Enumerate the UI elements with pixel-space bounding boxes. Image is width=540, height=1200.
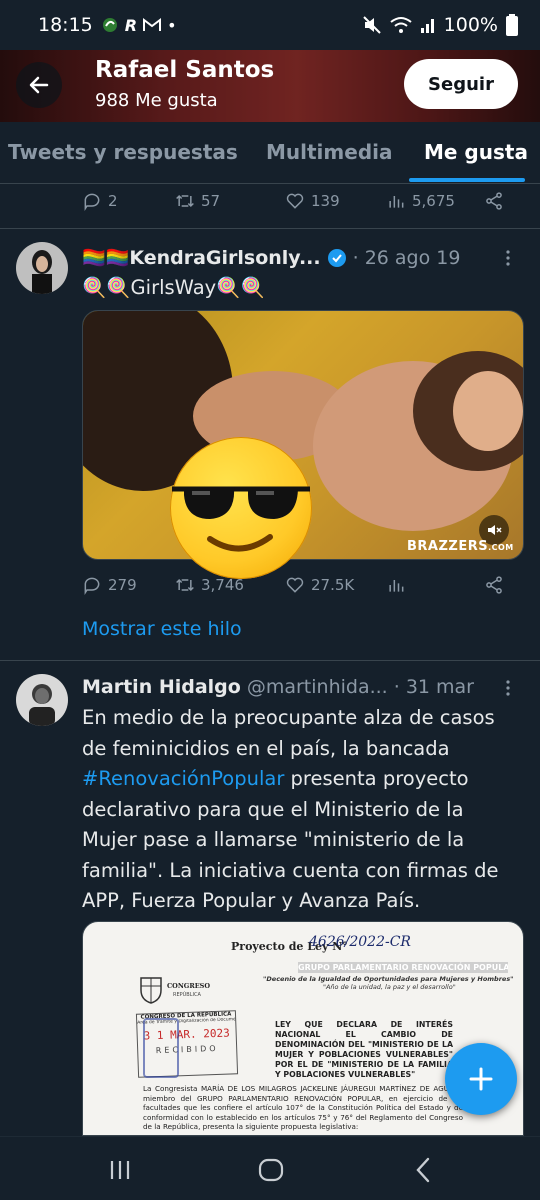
- profile-header: Rafael Santos 988 Me gusta Seguir: [0, 50, 540, 122]
- r-app-icon: R: [124, 15, 138, 35]
- views-icon: [389, 580, 404, 592]
- active-tab-indicator: [409, 178, 525, 182]
- likes-count: 988 Me gusta: [95, 90, 218, 111]
- tweet-date: · 31 mar: [393, 676, 474, 698]
- compose-tweet-button[interactable]: [445, 1043, 517, 1115]
- prev-tweet-actions: 2 57 139 5,675: [82, 186, 512, 216]
- tweet-date: · 26 ago 19: [352, 246, 461, 269]
- tweet-text: 🍭🍭GirlsWay🍭🍭: [82, 276, 265, 299]
- avatar-image: [16, 674, 68, 726]
- leaf-icon: [102, 18, 117, 32]
- tweet-text: En medio de la preocupante alza de casos…: [82, 703, 522, 917]
- doc-congreso: CONGRESO: [167, 982, 211, 990]
- wifi-icon: [390, 17, 412, 33]
- share-button[interactable]: [484, 191, 504, 211]
- avatar[interactable]: [16, 674, 68, 726]
- share-icon: [486, 576, 502, 594]
- author-name[interactable]: Martin Hidalgo: [82, 676, 241, 698]
- media-watermark: BRAZZERS.COM: [407, 539, 514, 554]
- views-count: 5,675: [412, 192, 455, 210]
- arrow-left-icon: [29, 76, 49, 94]
- like-count: 27.5K: [311, 576, 355, 594]
- retweet-button[interactable]: 57: [175, 191, 220, 211]
- tweet-header: 🏳️‍🌈🏳️‍🌈KendraGirlsonly... · 26 ago 19: [82, 246, 502, 270]
- mute-icon: [362, 16, 381, 34]
- tab-multimedia[interactable]: Multimedia: [266, 140, 392, 164]
- doc-law-title: LEY QUE DECLARA DE INTERÉS NACIONAL EL C…: [275, 1020, 453, 1079]
- dot-icon: •: [167, 15, 177, 35]
- share-icon: [486, 192, 502, 210]
- views-button[interactable]: [386, 575, 406, 595]
- battery-icon: [506, 14, 518, 36]
- more-options-icon[interactable]: [498, 248, 518, 268]
- back-nav-icon[interactable]: [414, 1157, 432, 1183]
- status-bar: 18:15 R • 100%: [0, 0, 540, 50]
- reply-icon: [84, 193, 100, 211]
- doc-project-number: 4626/2022-CR: [309, 934, 411, 950]
- heart-icon: [286, 193, 304, 209]
- more-options-icon[interactable]: [498, 678, 518, 698]
- status-time: 18:15: [38, 14, 93, 36]
- doc-body: La Congresista MARÍA DE LOS MILAGROS JAC…: [143, 1084, 463, 1131]
- verified-badge-icon: [327, 248, 346, 267]
- hashtag-link[interactable]: #RenovaciónPopular: [82, 767, 284, 790]
- doc-decenio: "Decenio de la Igualdad de Oportunidades…: [263, 975, 513, 983]
- tweet-divider: [0, 228, 540, 229]
- follow-button[interactable]: Seguir: [404, 59, 518, 109]
- views-button[interactable]: 5,675: [386, 191, 455, 211]
- retweet-count: 3,746: [201, 576, 244, 594]
- sunglasses-emoji-icon: [170, 437, 312, 579]
- mail-icon: [143, 18, 162, 31]
- tweet-text-part: En medio de la preocupante alza de casos…: [82, 706, 495, 760]
- reply-button[interactable]: 279: [82, 575, 137, 595]
- media-shape: [453, 371, 523, 451]
- like-button[interactable]: 139: [285, 191, 340, 211]
- back-button[interactable]: [16, 62, 62, 108]
- retweet-button[interactable]: 3,746: [175, 575, 244, 595]
- author-handle[interactable]: @martinhida...: [247, 676, 388, 698]
- reply-button[interactable]: 2: [82, 191, 118, 211]
- reply-icon: [84, 577, 100, 595]
- doc-republica: REPÚBLICA: [173, 992, 201, 998]
- avatar-image: [16, 242, 68, 294]
- profile-name: Rafael Santos: [95, 57, 275, 83]
- retweet-icon: [176, 194, 194, 208]
- coat-of-arms-icon: [140, 977, 162, 1004]
- author-name[interactable]: 🏳️‍🌈🏳️‍🌈KendraGirlsonly...: [82, 246, 321, 269]
- home-icon[interactable]: [258, 1158, 284, 1182]
- views-icon: [389, 196, 404, 208]
- reply-count: 2: [108, 192, 118, 210]
- tab-likes[interactable]: Me gusta: [424, 140, 528, 164]
- profile-tabs: Tweets y respuestas Multimedia Me gusta: [0, 122, 540, 184]
- volume-muted-icon: [488, 525, 502, 535]
- recent-apps-icon[interactable]: [108, 1159, 132, 1181]
- signal-icon: [420, 19, 434, 33]
- doc-year-motto: "Año de la unidad, la paz y el desarroll…: [323, 983, 456, 991]
- like-count: 139: [311, 192, 340, 210]
- reply-count: 279: [108, 576, 137, 594]
- stamp-blue-frame: [143, 1018, 179, 1078]
- tweet-divider: [0, 660, 540, 661]
- heart-icon: [286, 577, 304, 593]
- sunglasses-emoji-drawing: [172, 486, 310, 552]
- tweet-header: Martin Hidalgo @martinhida... · 31 mar: [82, 676, 502, 698]
- avatar[interactable]: [16, 242, 68, 294]
- notification-icons: R •: [101, 16, 177, 35]
- doc-group-header: GRUPO PARLAMENTARIO RENOVACIÓN POPULAR: [298, 962, 508, 973]
- retweet-icon: [176, 578, 194, 592]
- tab-tweets-replies[interactable]: Tweets y respuestas: [8, 140, 238, 164]
- share-button[interactable]: [484, 575, 504, 595]
- battery-text: 100%: [443, 14, 498, 36]
- retweet-count: 57: [201, 192, 221, 210]
- like-button[interactable]: 27.5K: [285, 575, 354, 595]
- show-thread-link[interactable]: Mostrar este hilo: [82, 618, 242, 640]
- plus-icon: [469, 1067, 493, 1091]
- tweet1-actions: 279 3,746 27.5K: [82, 570, 512, 600]
- system-nav-bar: [0, 1136, 540, 1200]
